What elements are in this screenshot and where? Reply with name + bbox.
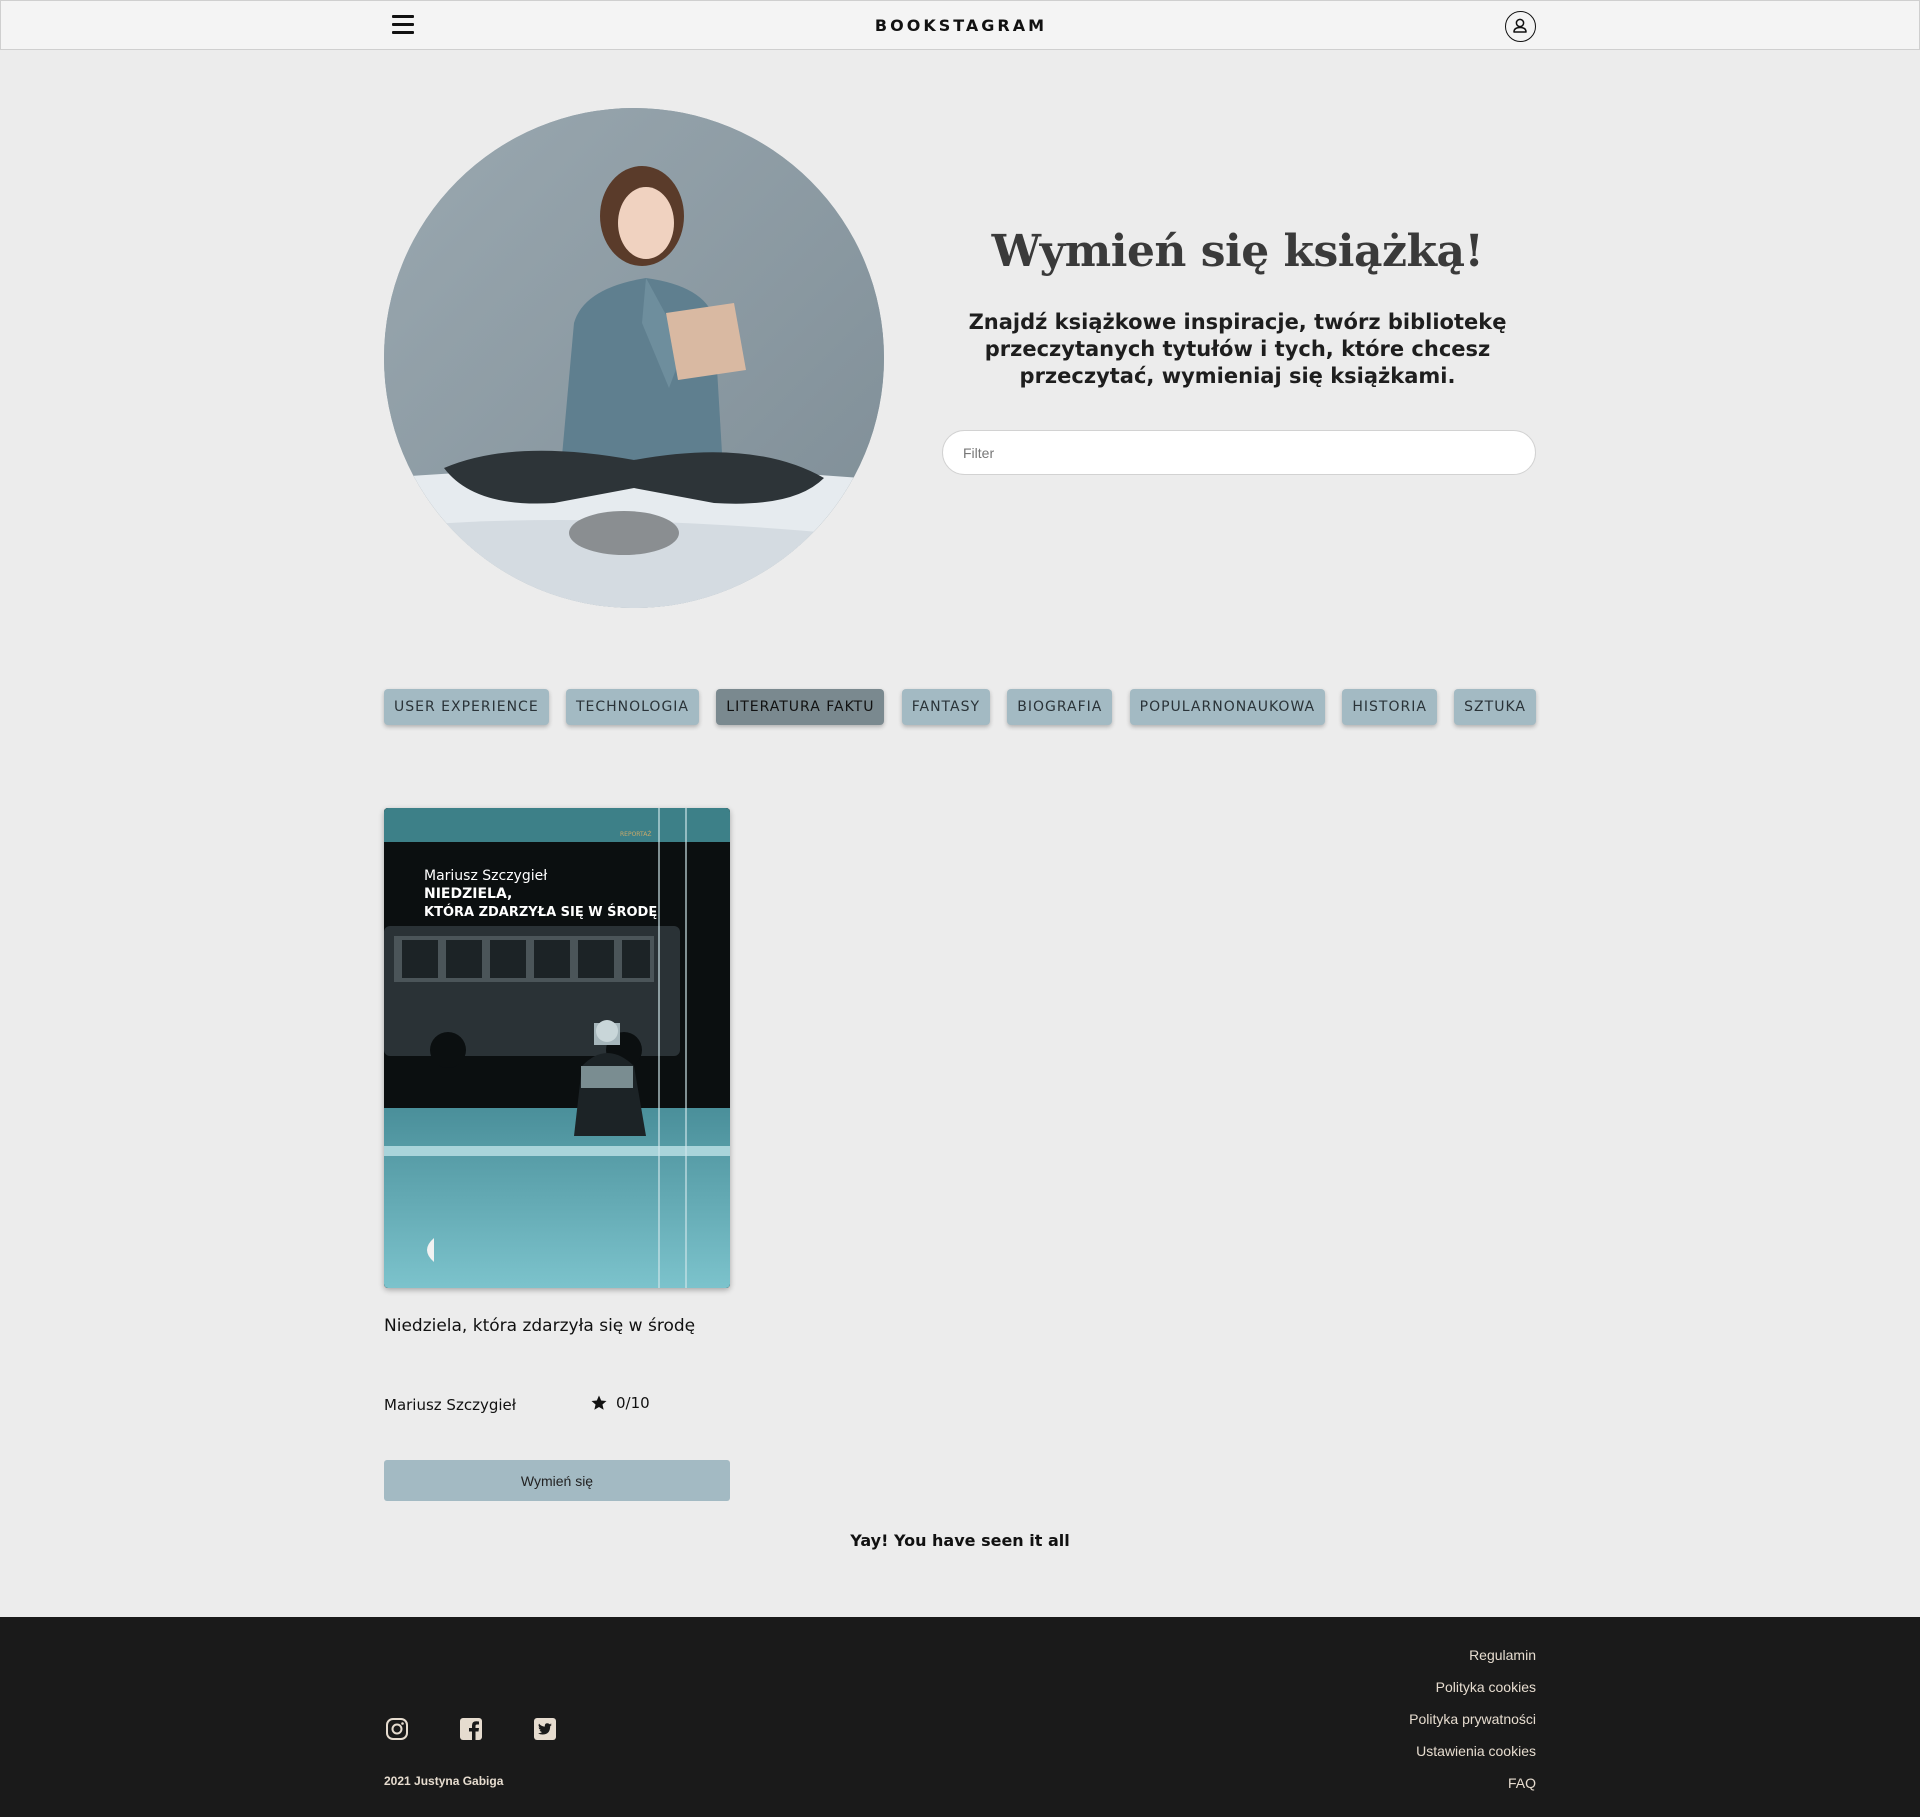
category-chip-technologia[interactable]: TECHNOLOGIA xyxy=(565,689,700,725)
footer-links: Regulamin Polityka cookies Polityka pryw… xyxy=(1409,1647,1536,1807)
footer-link-ustawienia-cookies[interactable]: Ustawienia cookies xyxy=(1416,1743,1536,1775)
star-icon xyxy=(591,1395,607,1410)
category-chip-literatura-faktu[interactable]: LITERATURA FAKTU xyxy=(716,689,885,725)
hero-photo-woman-reading xyxy=(384,108,884,608)
instagram-icon[interactable] xyxy=(384,1716,410,1742)
footer-link-regulamin[interactable]: Regulamin xyxy=(1469,1647,1536,1679)
book-title[interactable]: Niedziela, która zdarzyła się w środę xyxy=(384,1316,695,1336)
category-chip-historia[interactable]: HISTORIA xyxy=(1342,689,1437,725)
book-author: Mariusz Szczygieł xyxy=(384,1396,517,1414)
rating-value: 0/10 xyxy=(616,1394,650,1412)
footer-link-polityka-prywatnosci[interactable]: Polityka prywatności xyxy=(1409,1711,1536,1743)
category-chip-biografia[interactable]: BIOGRAFIA xyxy=(1007,689,1113,725)
footer-link-faq[interactable]: FAQ xyxy=(1508,1775,1536,1807)
cover-title-line1: NIEDZIELA, xyxy=(424,886,512,902)
cover-author: Mariusz Szczygieł xyxy=(424,868,547,884)
hero-subtitle: Znajdź książkowe inspiracje, twórz bibli… xyxy=(968,310,1507,388)
book-rating: 0/10 xyxy=(590,1394,650,1412)
top-navigation-bar: BOOKSTAGRAM xyxy=(0,0,1920,50)
exchange-button[interactable]: Wymień się xyxy=(384,1460,730,1501)
filter-input[interactable] xyxy=(942,430,1536,475)
category-chip-fantasy[interactable]: FANTASY xyxy=(901,689,991,725)
category-filter-bar: USER EXPERIENCE TECHNOLOGIA LITERATURA F… xyxy=(384,689,1536,725)
copyright-text: 2021 Justyna Gabiga xyxy=(384,1774,504,1788)
cover-title-line2: KTÓRA ZDARZYŁA SIĘ W ŚRODĘ xyxy=(424,904,657,920)
user-account-icon[interactable] xyxy=(1505,11,1536,42)
cover-series-label: REPORTAŻ xyxy=(620,831,651,838)
site-brand[interactable]: BOOKSTAGRAM xyxy=(1,16,1920,35)
hero-title: Wymień się książką! xyxy=(991,226,1484,277)
twitter-icon[interactable] xyxy=(532,1716,558,1742)
end-of-list-message: Yay! You have seen it all xyxy=(850,1531,1070,1550)
book-cover[interactable]: REPORTAŻ Mariusz Szczygieł NIEDZIELA, KT… xyxy=(384,808,730,1288)
category-chip-sztuka[interactable]: SZTUKA xyxy=(1454,689,1536,725)
category-chip-popularnonaukowa[interactable]: POPULARNONAUKOWA xyxy=(1129,689,1326,725)
footer-link-polityka-cookies[interactable]: Polityka cookies xyxy=(1436,1679,1536,1711)
category-chip-user-experience[interactable]: USER EXPERIENCE xyxy=(384,689,549,725)
facebook-icon[interactable] xyxy=(458,1716,484,1742)
site-footer: 2021 Justyna Gabiga Regulamin Polityka c… xyxy=(0,1617,1920,1817)
